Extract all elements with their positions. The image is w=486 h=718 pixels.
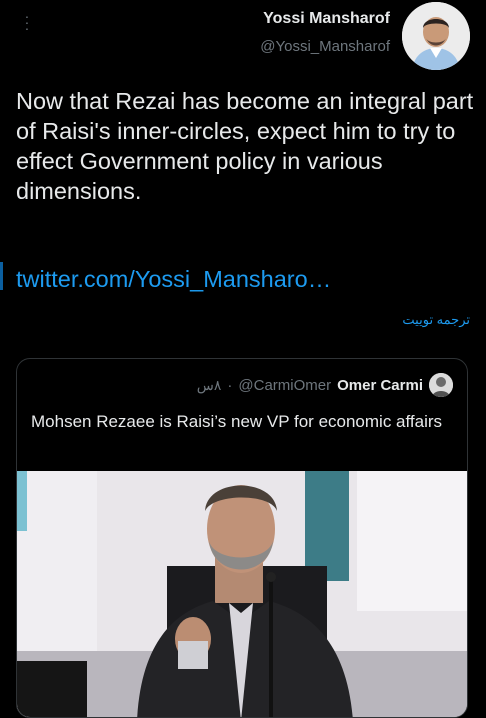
quoted-handle[interactable]: @CarmiOmer — [238, 377, 331, 394]
quoted-tweet-card[interactable]: ۸س · @CarmiOmer Omer Carmi Mohsen Rezaee… — [16, 358, 468, 718]
quoted-separator: · — [227, 376, 233, 394]
author-avatar[interactable] — [402, 2, 470, 70]
quoted-tweet-text: Mohsen Rezaee is Raisi’s new VP for econ… — [31, 412, 443, 431]
tweet-link[interactable]: twitter.com/Yossi_Mansharo… — [16, 264, 331, 294]
quoted-time: ۸س — [196, 376, 222, 393]
more-options-icon[interactable]: · · · — [22, 9, 32, 35]
author-handle[interactable]: @Yossi_Mansharof — [260, 38, 390, 55]
tweet-author[interactable]: Yossi Mansharof @Yossi_Mansharof — [260, 10, 390, 55]
translate-tweet-link[interactable]: ترجمه توییت — [402, 312, 470, 328]
scroll-indicator — [0, 262, 3, 290]
quoted-avatar[interactable] — [429, 373, 453, 397]
tweet-text: Now that Rezai has become an integral pa… — [16, 88, 474, 204]
avatar-image — [402, 2, 470, 70]
author-name[interactable]: Yossi Mansharof — [260, 10, 390, 28]
quoted-name[interactable]: Omer Carmi — [337, 377, 423, 394]
quoted-tweet-header: ۸س · @CarmiOmer Omer Carmi — [197, 373, 453, 397]
quoted-avatar-image — [429, 373, 453, 397]
quoted-tweet-photo[interactable] — [17, 471, 468, 718]
